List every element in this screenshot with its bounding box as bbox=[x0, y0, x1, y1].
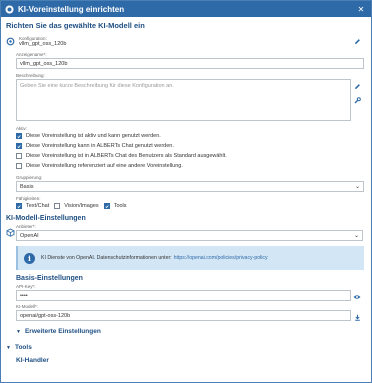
active-option-1[interactable]: Diese Voreinstellung kann in ALBERTs Cha… bbox=[16, 141, 361, 151]
display-name-value: vllm_gpt_oss_120b bbox=[20, 60, 68, 67]
grouping-label: Gruppierung: bbox=[16, 175, 43, 180]
checkbox-unchecked[interactable] bbox=[16, 163, 22, 169]
page-heading: Richten Sie das gewählte KI-Modell ein bbox=[6, 21, 145, 30]
ki-handler-label: KI-Handler bbox=[16, 357, 49, 364]
api-key-input[interactable]: •••• bbox=[16, 290, 351, 301]
model-input[interactable]: openai/gpt-oss-120b bbox=[16, 310, 351, 321]
description-placeholder: Geben Sie eine kurze Beschreibung für di… bbox=[20, 83, 174, 89]
window-title: KI-Voreinstellung einrichten bbox=[18, 4, 125, 14]
dialog-window: KI-Voreinstellung einrichten ✕ Richten S… bbox=[0, 0, 372, 383]
provider-label: Anbieter*: bbox=[16, 224, 36, 229]
capabilities-group: Fähigkeiten: Text/Chat Vision/Images Too… bbox=[16, 196, 361, 211]
active-group: Aktiv: Diese Voreinstellung ist aktiv un… bbox=[16, 126, 361, 171]
description-textarea[interactable]: Geben Sie eine kurze Beschreibung für di… bbox=[16, 79, 351, 121]
description-label: Beschreibung: bbox=[16, 73, 45, 78]
ki-model-heading: KI-Modell-Einstellungen bbox=[6, 215, 86, 222]
caret-down-icon: ▼ bbox=[6, 344, 11, 351]
chevron-down-icon: ⌄ bbox=[353, 233, 359, 239]
checkbox-unchecked[interactable] bbox=[54, 203, 61, 209]
provider-value: OpenAI bbox=[20, 232, 39, 239]
app-logo-icon bbox=[5, 5, 14, 14]
active-option-0[interactable]: Diese Voreinstellung ist aktiv und kann … bbox=[16, 131, 361, 141]
edit-configuration-icon[interactable] bbox=[353, 37, 361, 45]
advanced-settings-label: Erweiterte Einstellungen bbox=[24, 328, 101, 335]
model-group: KI-Modell*: openai/gpt-oss-120b bbox=[16, 304, 361, 321]
chevron-down-icon: ⌄ bbox=[354, 184, 360, 190]
wrench-icon[interactable] bbox=[353, 96, 361, 104]
display-name-group: Anzeigename*: vllm_gpt_oss_120b bbox=[16, 52, 364, 69]
active-option-label: Diese Voreinstellung ist aktiv und kann … bbox=[26, 133, 161, 139]
tools-label: Tools bbox=[14, 344, 32, 351]
configuration-value: vllm_gpt_oss_120b bbox=[19, 41, 67, 47]
close-icon[interactable]: ✕ bbox=[355, 3, 367, 15]
capability-label: Text/Chat bbox=[26, 203, 50, 209]
provider-info-text: KI Dienste von OpenAI. Datenschutzinform… bbox=[41, 255, 172, 261]
privacy-policy-link[interactable]: https://openai.com/policies/privacy-poli… bbox=[174, 255, 268, 261]
checkbox-checked[interactable] bbox=[16, 133, 22, 139]
active-option-label: Diese Voreinstellung referenziert auf ei… bbox=[26, 163, 183, 169]
gear-icon bbox=[6, 37, 15, 46]
dialog-content: Richten Sie das gewählte KI-Modell ein K… bbox=[1, 17, 371, 382]
model-value: openai/gpt-oss-120b bbox=[20, 312, 71, 319]
grouping-group: Gruppierung: Basis ⌄ bbox=[16, 175, 364, 192]
caret-down-icon: ▼ bbox=[16, 328, 21, 335]
capabilities-options: Text/Chat Vision/Images Tools bbox=[16, 201, 361, 211]
edit-description-icon[interactable] bbox=[353, 82, 361, 90]
info-icon: i bbox=[24, 252, 35, 264]
provider-row: Anbieter*: OpenAI ⌄ bbox=[6, 224, 363, 241]
grouping-value: Basis bbox=[20, 183, 34, 190]
active-option-label: Diese Voreinstellung ist in ALBERTs Chat… bbox=[26, 153, 227, 159]
ki-handler-expander[interactable]: KI-Handler bbox=[16, 357, 361, 364]
capability-label: Tools bbox=[113, 203, 127, 209]
download-icon[interactable] bbox=[353, 313, 361, 321]
provider-info-box: i KI Dienste von OpenAI. Datenschutzinfo… bbox=[16, 246, 364, 270]
display-name-input[interactable]: vllm_gpt_oss_120b bbox=[16, 58, 364, 69]
tools-expander[interactable]: ▼ Tools bbox=[6, 344, 361, 351]
model-label: KI-Modell*: bbox=[16, 304, 39, 309]
api-key-value: •••• bbox=[20, 292, 28, 299]
advanced-settings-expander[interactable]: ▼ Erweiterte Einstellungen bbox=[16, 328, 361, 335]
eye-icon[interactable] bbox=[353, 293, 361, 301]
active-option-label: Diese Voreinstellung kann in ALBERTs Cha… bbox=[26, 143, 174, 149]
api-key-group: API-Key*: •••• bbox=[16, 284, 361, 301]
provider-select[interactable]: OpenAI ⌄ bbox=[16, 230, 363, 241]
active-option-2[interactable]: Diese Voreinstellung ist in ALBERTs Chat… bbox=[16, 151, 361, 161]
description-group: Beschreibung: Geben Sie eine kurze Besch… bbox=[16, 73, 361, 121]
cube-icon bbox=[6, 228, 15, 237]
api-key-label: API-Key*: bbox=[16, 284, 36, 289]
checkbox-checked[interactable] bbox=[103, 203, 110, 209]
capability-label: Vision/Images bbox=[64, 203, 99, 209]
checkbox-checked[interactable] bbox=[16, 203, 22, 209]
grouping-select[interactable]: Basis ⌄ bbox=[16, 181, 364, 192]
configuration-row: Konfiguration: vllm_gpt_oss_120b bbox=[6, 33, 361, 50]
display-name-label: Anzeigename*: bbox=[16, 52, 47, 57]
checkbox-unchecked[interactable] bbox=[16, 153, 22, 159]
active-option-3[interactable]: Diese Voreinstellung referenziert auf ei… bbox=[16, 161, 361, 171]
title-bar[interactable]: KI-Voreinstellung einrichten ✕ bbox=[1, 1, 371, 17]
basis-heading: Basis-Einstellungen bbox=[16, 275, 83, 282]
checkbox-checked[interactable] bbox=[16, 143, 22, 149]
